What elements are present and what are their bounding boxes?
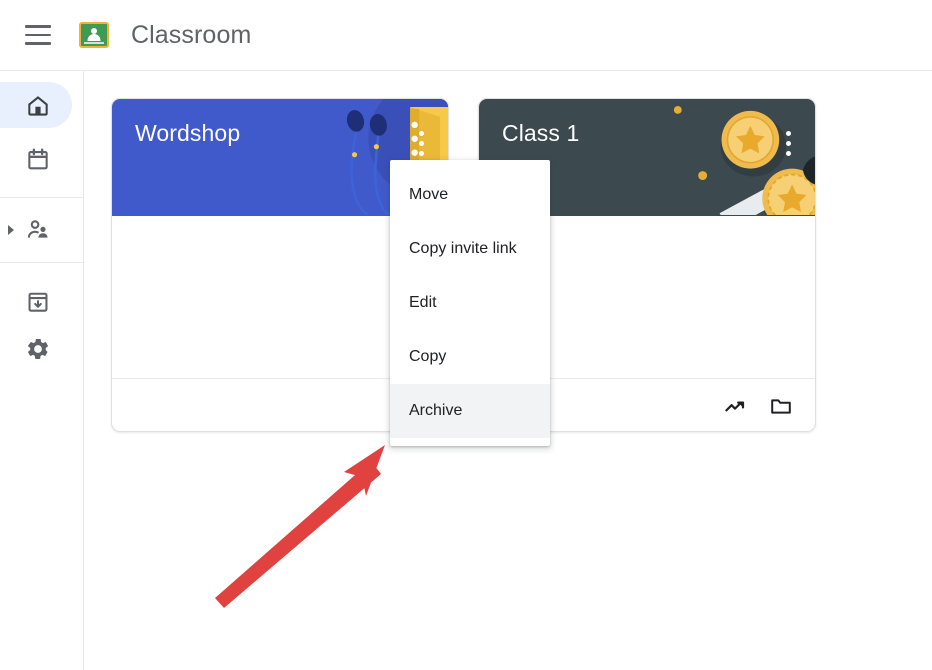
- sidebar-item-home[interactable]: [0, 82, 83, 128]
- gear-icon: [27, 339, 48, 359]
- menu-item-copy[interactable]: Copy: [390, 330, 550, 384]
- sidebar-item-settings[interactable]: [0, 326, 83, 372]
- home-icon: [28, 96, 48, 116]
- kebab-dot: [785, 140, 791, 146]
- app-header: Classroom: [0, 0, 932, 71]
- hamburger-menu-icon[interactable]: [25, 25, 51, 45]
- sidebar-item-teaching[interactable]: [0, 198, 83, 262]
- kebab-dot: [785, 150, 791, 156]
- kebab-dot: [418, 140, 424, 146]
- hamburger-bar: [25, 33, 51, 37]
- brand[interactable]: Classroom: [79, 21, 251, 50]
- menu-item-edit[interactable]: Edit: [390, 276, 550, 330]
- logo-person-body: [87, 34, 101, 41]
- archive-icon: [28, 292, 48, 312]
- menu-item-copy-invite-link[interactable]: Copy invite link: [390, 222, 550, 276]
- sidebar-divider: [0, 262, 83, 263]
- app-title: Classroom: [131, 20, 252, 49]
- class-context-menu: Move Copy invite link Edit Copy Archive: [390, 160, 550, 446]
- more-options-icon[interactable]: [777, 123, 799, 163]
- folder-icon[interactable]: [769, 394, 793, 418]
- kebab-dot: [418, 130, 424, 136]
- menu-item-move[interactable]: Move: [390, 168, 550, 222]
- menu-item-archive[interactable]: Archive: [390, 384, 550, 438]
- chevron-right-icon[interactable]: [8, 225, 14, 235]
- class-card-title: Class 1: [502, 120, 580, 146]
- sidebar: [0, 71, 84, 670]
- more-options-icon[interactable]: [410, 123, 432, 163]
- classroom-logo-icon: [79, 22, 109, 48]
- kebab-dot: [785, 130, 791, 136]
- open-class-icon[interactable]: [723, 394, 747, 418]
- kebab-dot: [418, 150, 424, 156]
- sidebar-item-archived-classes[interactable]: [0, 279, 83, 325]
- logo-board-ledge: [84, 42, 104, 44]
- calendar-icon: [28, 148, 48, 170]
- hamburger-bar: [25, 42, 51, 45]
- sidebar-item-calendar[interactable]: [0, 136, 83, 182]
- people-icon: [27, 220, 48, 238]
- hamburger-bar: [25, 25, 51, 28]
- class-card-title: Wordshop: [135, 120, 241, 146]
